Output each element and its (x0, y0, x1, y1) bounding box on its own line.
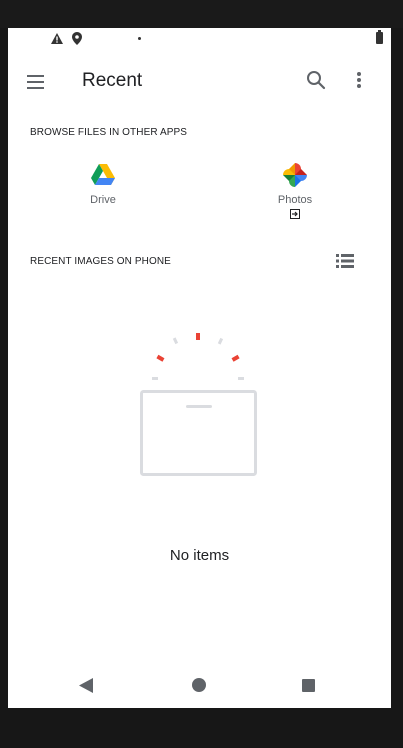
notification-dot-icon (138, 37, 141, 40)
app-label-photos: Photos (277, 194, 313, 206)
app-tile-drive[interactable]: Drive (63, 162, 143, 206)
empty-state-message: No items (169, 547, 230, 564)
device-frame-left (0, 28, 8, 708)
app-bar: Recent (8, 56, 391, 104)
google-drive-icon (91, 164, 115, 185)
status-bar (8, 28, 391, 50)
back-icon[interactable] (79, 678, 93, 693)
page-title: Recent (82, 70, 143, 91)
empty-state-illustration (140, 333, 257, 476)
home-icon[interactable] (192, 678, 206, 692)
system-navigation-bar (8, 662, 391, 708)
app-tile-photos[interactable]: Photos (255, 162, 335, 219)
device-frame-top (0, 0, 403, 28)
warning-icon (51, 33, 63, 44)
more-vert-icon[interactable] (354, 68, 364, 92)
hamburger-menu-icon[interactable] (24, 70, 48, 94)
google-photos-icon (283, 163, 307, 187)
location-icon (72, 32, 82, 45)
section-label-browse: BROWSE FILES IN OTHER APPS (30, 127, 188, 138)
section-label-recent: RECENT IMAGES ON PHONE (30, 256, 171, 267)
open-in-app-icon (290, 209, 300, 219)
battery-icon (376, 30, 383, 44)
recents-icon[interactable] (302, 679, 315, 692)
list-view-icon[interactable] (336, 253, 354, 269)
app-label-drive: Drive (90, 194, 116, 206)
search-icon[interactable] (304, 68, 328, 92)
device-frame-right (391, 28, 403, 708)
phone-screen: Recent BROWSE FILES IN OTHER APPS Drive (8, 28, 391, 708)
device-frame-bottom (0, 708, 403, 748)
